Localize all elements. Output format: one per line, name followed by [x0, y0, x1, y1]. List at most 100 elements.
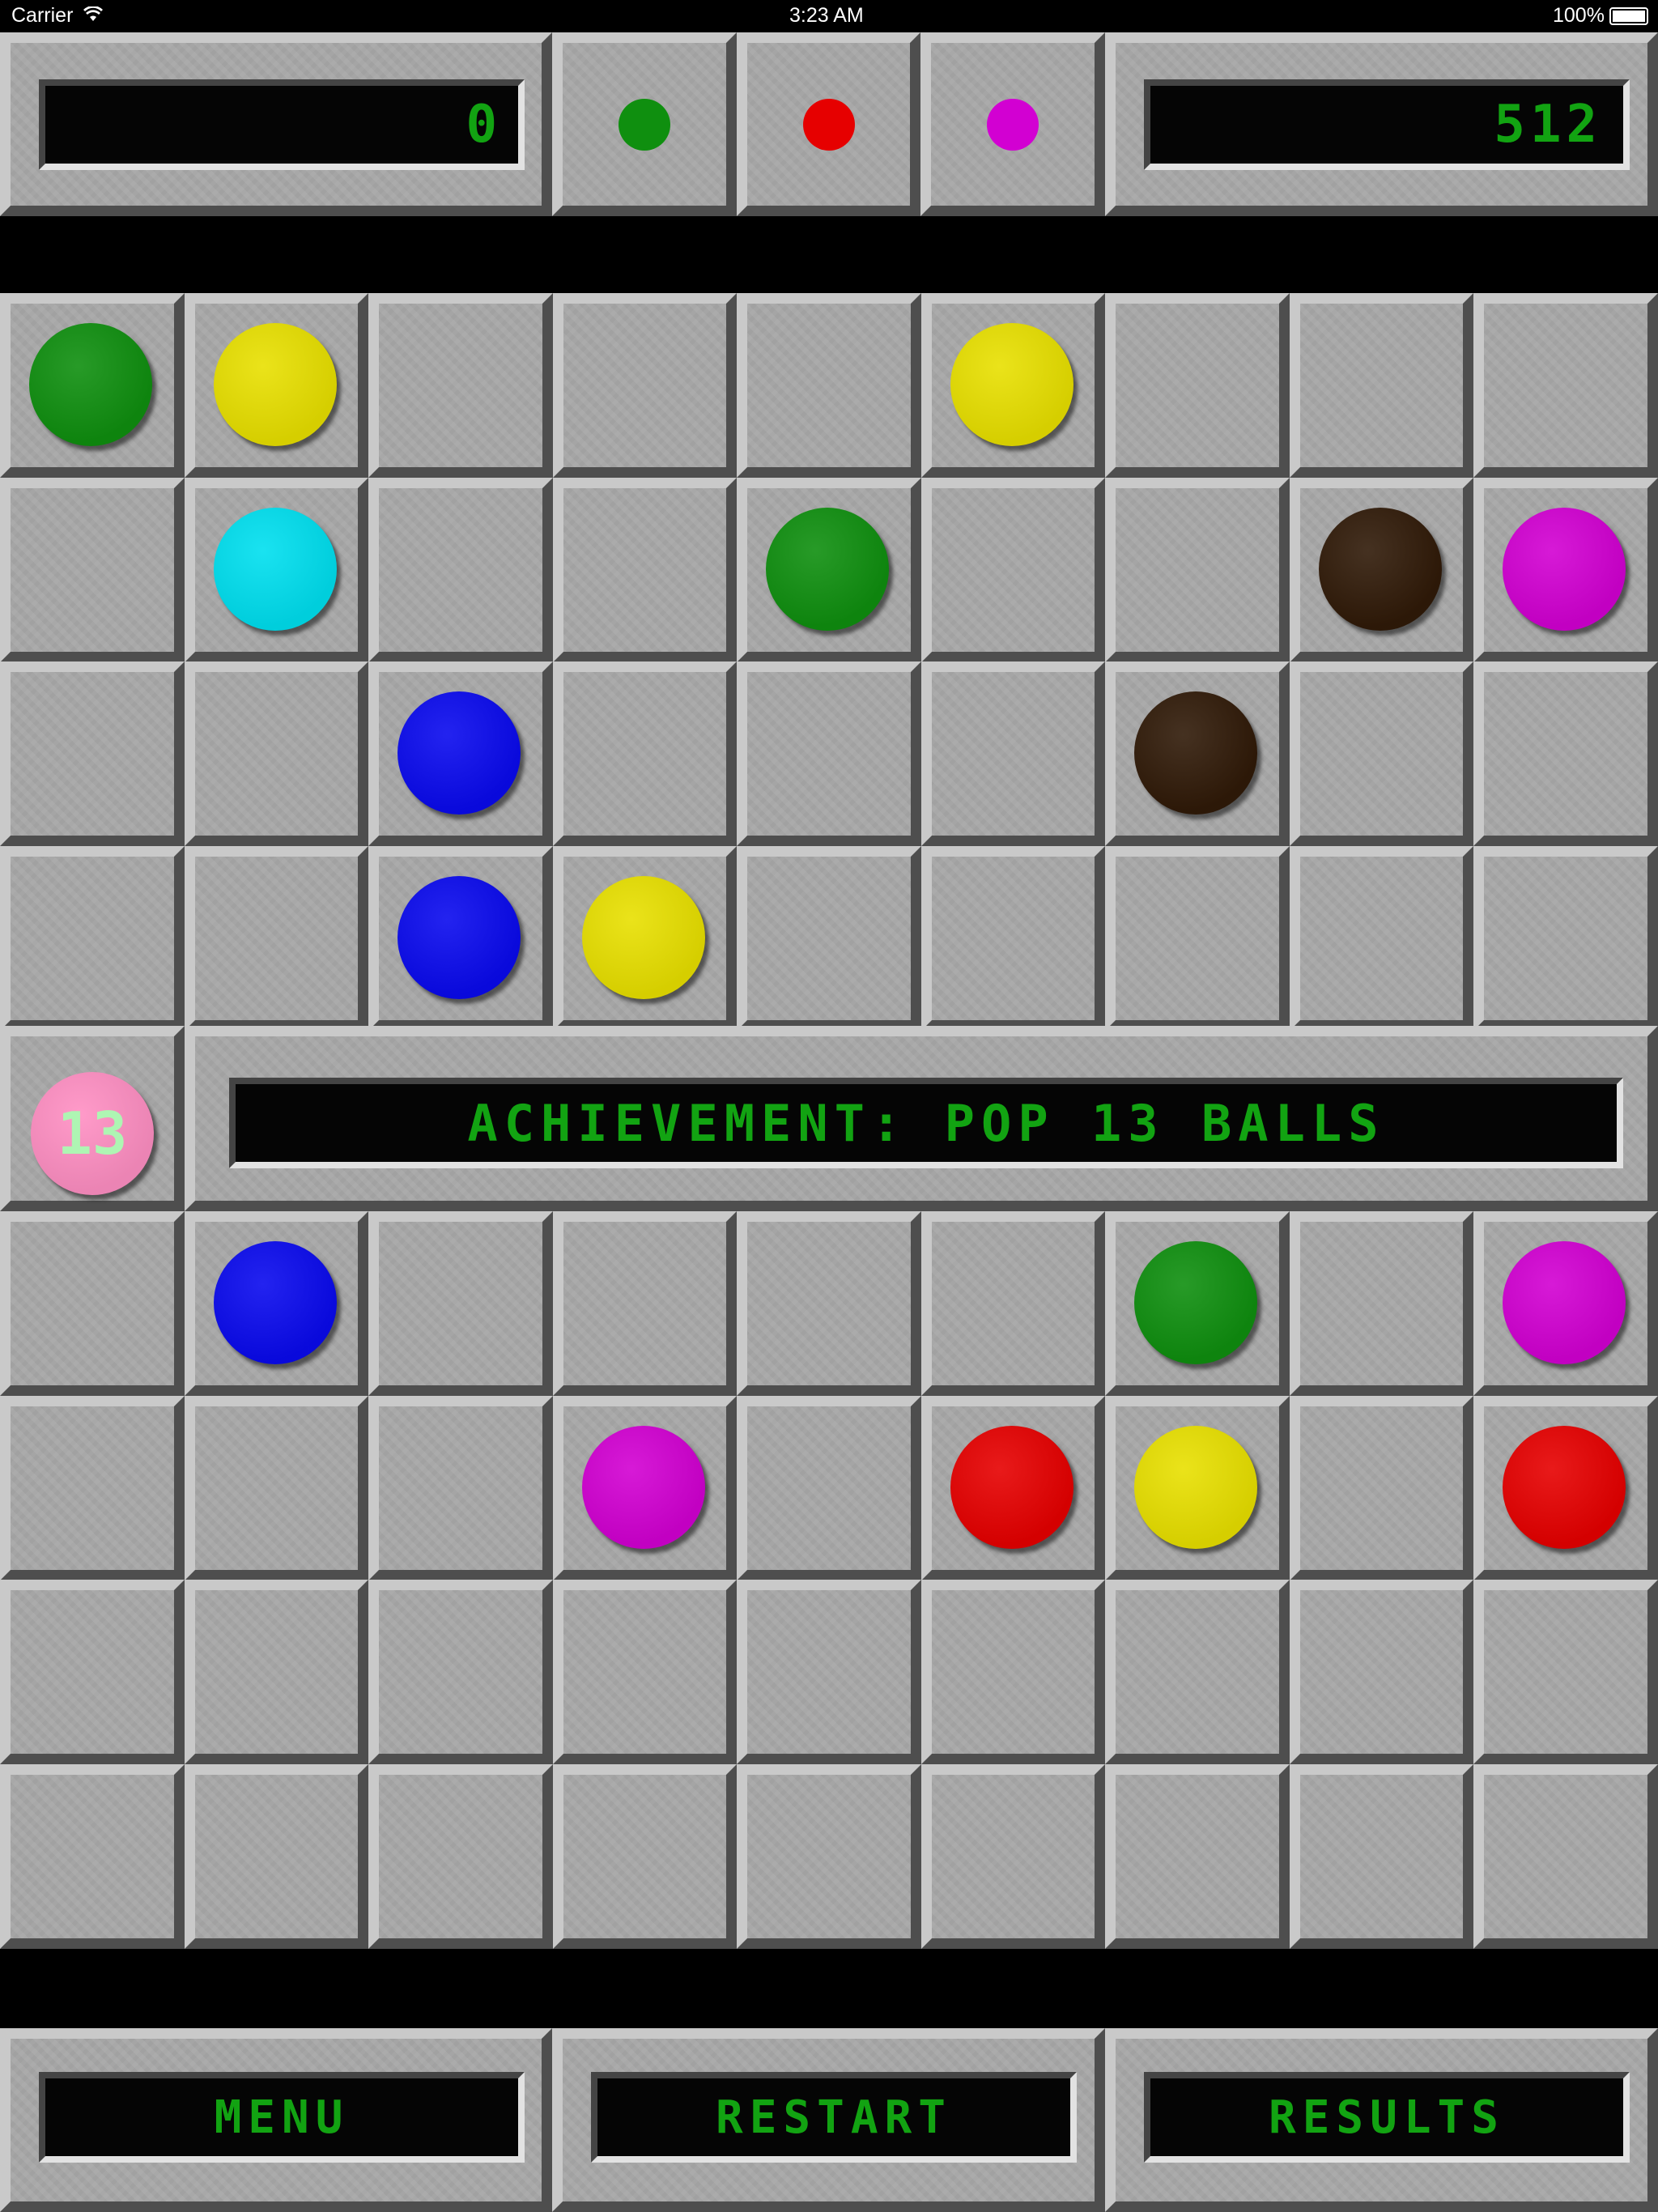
board-cell[interactable]	[0, 1211, 185, 1396]
board-cell[interactable]	[368, 846, 553, 1031]
board-cell[interactable]	[0, 661, 185, 846]
red-ball[interactable]	[1503, 1426, 1626, 1549]
board-cell[interactable]	[1105, 293, 1290, 478]
green-ball[interactable]	[29, 323, 152, 446]
board-cell[interactable]	[0, 478, 185, 662]
board-cell[interactable]	[368, 1764, 553, 1949]
board-cell[interactable]	[737, 293, 921, 478]
dark-brown-ball[interactable]	[1134, 691, 1257, 815]
red-ball[interactable]	[950, 1426, 1073, 1549]
green-ball[interactable]	[1134, 1241, 1257, 1364]
results-button[interactable]: RESULTS	[1105, 2028, 1658, 2212]
magenta-ball[interactable]	[582, 1426, 705, 1549]
board-cell[interactable]	[921, 1580, 1105, 1764]
restart-button[interactable]: RESTART	[552, 2028, 1105, 2212]
next-ball-slot	[552, 32, 737, 216]
board-cell[interactable]	[1105, 1580, 1290, 1764]
board-cell[interactable]	[1105, 661, 1290, 846]
board-cell[interactable]	[553, 1396, 737, 1580]
board-cell[interactable]	[553, 293, 737, 478]
board-cell[interactable]	[1473, 1764, 1658, 1949]
blue-ball[interactable]	[397, 691, 521, 815]
board-cell[interactable]	[0, 1764, 185, 1949]
board-cell[interactable]	[0, 1396, 185, 1580]
board-cell[interactable]	[737, 1211, 921, 1396]
yellow-ball[interactable]	[214, 323, 337, 446]
board-cell[interactable]	[553, 1580, 737, 1764]
achievement-badge-cell: 13	[0, 1026, 185, 1211]
board-cell[interactable]	[368, 478, 553, 662]
board-cell[interactable]	[921, 293, 1105, 478]
board-cell[interactable]	[737, 661, 921, 846]
score-value: 0	[466, 95, 497, 155]
board-cell[interactable]	[737, 478, 921, 662]
board-cell[interactable]	[368, 1580, 553, 1764]
board-cell[interactable]	[553, 1764, 737, 1949]
board-cell[interactable]	[553, 478, 737, 662]
board-cell[interactable]	[737, 1580, 921, 1764]
cyan-ball[interactable]	[214, 508, 337, 631]
board-cell[interactable]	[185, 1396, 368, 1580]
next-ball-slot	[737, 32, 920, 216]
board-cell[interactable]	[1290, 293, 1473, 478]
board-cell[interactable]	[553, 661, 737, 846]
blue-ball[interactable]	[214, 1241, 337, 1364]
board-cell[interactable]	[1105, 1764, 1290, 1949]
board-cell[interactable]	[1473, 1396, 1658, 1580]
green-ball[interactable]	[766, 508, 889, 631]
board-cell[interactable]	[185, 661, 368, 846]
board-cell[interactable]	[1473, 846, 1658, 1031]
board-cell[interactable]	[185, 1580, 368, 1764]
board-cell[interactable]	[185, 478, 368, 662]
carrier-label: Carrier	[11, 4, 74, 27]
board-cell[interactable]	[1473, 1580, 1658, 1764]
menu-button[interactable]: MENU	[0, 2028, 552, 2212]
board-cell[interactable]	[921, 661, 1105, 846]
board-cell[interactable]	[368, 1396, 553, 1580]
board-cell[interactable]	[921, 846, 1105, 1031]
board-cell[interactable]	[1105, 1211, 1290, 1396]
board-cell[interactable]	[1473, 293, 1658, 478]
board-cell[interactable]	[1105, 1396, 1290, 1580]
dark-brown-ball[interactable]	[1319, 508, 1442, 631]
board-cell[interactable]	[0, 1580, 185, 1764]
board-cell[interactable]	[921, 1764, 1105, 1949]
board-cell[interactable]	[921, 478, 1105, 662]
board-cell[interactable]	[1290, 1764, 1473, 1949]
board-cell[interactable]	[185, 1764, 368, 1949]
board-cell[interactable]	[737, 846, 921, 1031]
board-cell[interactable]	[0, 846, 185, 1031]
board-cell[interactable]	[0, 293, 185, 478]
high-score-display: 512	[1144, 79, 1630, 170]
board-cell[interactable]	[553, 846, 737, 1031]
board-cell[interactable]	[737, 1396, 921, 1580]
board-cell[interactable]	[1105, 846, 1290, 1031]
board-cell[interactable]	[1290, 846, 1473, 1031]
board-cell[interactable]	[1473, 661, 1658, 846]
board-cell[interactable]	[737, 1764, 921, 1949]
yellow-ball[interactable]	[1134, 1426, 1257, 1549]
board-cell[interactable]	[185, 846, 368, 1031]
board-cell[interactable]	[1290, 1580, 1473, 1764]
board-cell[interactable]	[1290, 478, 1473, 662]
board-cell[interactable]	[185, 293, 368, 478]
board-cell[interactable]	[1473, 478, 1658, 662]
board-cell[interactable]	[921, 1396, 1105, 1580]
magenta-ball[interactable]	[1503, 508, 1626, 631]
board-cell[interactable]	[1290, 1211, 1473, 1396]
board-cell[interactable]	[1290, 1396, 1473, 1580]
board-cell[interactable]	[1105, 478, 1290, 662]
board-cell[interactable]	[368, 1211, 553, 1396]
board-cell[interactable]	[921, 1211, 1105, 1396]
blue-ball[interactable]	[397, 876, 521, 999]
board-cell[interactable]	[1473, 1211, 1658, 1396]
board-cell[interactable]	[553, 1211, 737, 1396]
board-cell[interactable]	[185, 1211, 368, 1396]
magenta-ball[interactable]	[1503, 1241, 1626, 1364]
yellow-ball[interactable]	[950, 323, 1073, 446]
board-cell[interactable]	[1290, 661, 1473, 846]
board-cell[interactable]	[368, 293, 553, 478]
board-cell[interactable]	[368, 661, 553, 846]
restart-button-label: RESTART	[715, 2091, 952, 2144]
yellow-ball[interactable]	[582, 876, 705, 999]
